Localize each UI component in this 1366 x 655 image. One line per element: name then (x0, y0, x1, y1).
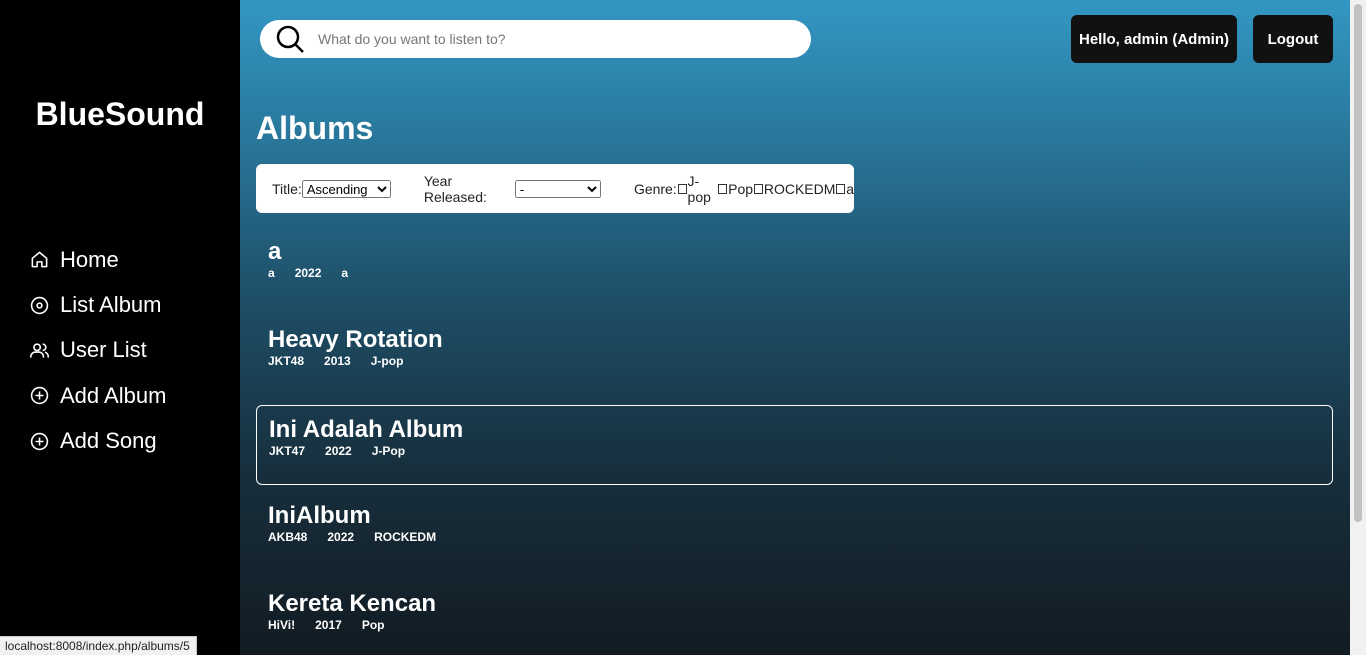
album-meta: HiVi! 2017 Pop (268, 618, 385, 632)
album-meta: JKT47 2022 J-Pop (269, 444, 405, 458)
sidebar-item-label: Add Album (60, 382, 167, 408)
title-filter: Title: Ascending (272, 179, 391, 198)
year-filter-label: Year Released: (423, 172, 487, 205)
genre-label-jpop: J-pop (687, 172, 711, 205)
search-input[interactable] (318, 31, 758, 47)
search-bar[interactable] (260, 20, 811, 58)
genre-checkbox-pop[interactable] (718, 183, 728, 194)
album-artist: HiVi! (268, 618, 296, 632)
status-bar-url: localhost:8008/index.php/albums/5 (0, 636, 197, 655)
plus-circle-icon (30, 387, 49, 405)
disc-icon (30, 296, 49, 314)
album-meta: a 2022 a (268, 266, 348, 280)
sidebar-item-add-album[interactable]: Add Album (30, 373, 166, 418)
page-title: Albums (256, 110, 374, 146)
sidebar-item-label: Add Song (60, 428, 157, 454)
title-filter-label: Title: (272, 180, 302, 197)
album-title: Heavy Rotation (268, 326, 443, 353)
sidebar-item-home[interactable]: Home (30, 237, 166, 282)
page-scrollbar[interactable] (1350, 0, 1366, 655)
scrollbar-thumb[interactable] (1354, 4, 1362, 522)
plus-circle-icon (30, 432, 49, 450)
sidebar: BlueSound Home List Album User List Add … (0, 0, 240, 655)
album-year: 2022 (327, 530, 355, 544)
genre-label-pop: Pop (728, 180, 754, 197)
main-content: Hello, admin (Admin) Logout Albums Title… (240, 0, 1350, 655)
genre-checkbox-rockedm[interactable] (754, 183, 763, 194)
title-sort-select[interactable]: Ascending (301, 179, 391, 198)
album-genre: a (341, 266, 349, 280)
album-artist: AKB48 (268, 530, 308, 544)
sidebar-item-label: User List (60, 337, 147, 363)
album-genre: ROCKEDM (374, 530, 437, 544)
album-year: 2022 (294, 266, 322, 280)
album-item[interactable]: IniAlbum AKB48 2022 ROCKEDM (256, 497, 1333, 577)
album-artist: JKT47 (269, 444, 306, 458)
album-title: Kereta Kencan (268, 590, 437, 617)
genre-checkbox-a[interactable] (836, 183, 846, 194)
year-select[interactable]: - (514, 179, 601, 198)
album-item[interactable]: a a 2022 a (256, 233, 1333, 313)
year-filter: Year Released: - (424, 173, 601, 205)
genre-checkbox-jpop[interactable] (677, 183, 687, 194)
album-item[interactable]: Ini Adalah Album JKT47 2022 J-Pop (256, 405, 1333, 485)
genre-filter: Genre: J-pop Pop ROCKEDM a (634, 173, 854, 205)
album-title: Ini Adalah Album (269, 416, 464, 443)
sidebar-item-label: Home (60, 246, 119, 272)
sidebar-item-list-album[interactable]: List Album (30, 282, 166, 327)
sidebar-item-user-list[interactable]: User List (30, 328, 166, 373)
album-genre: J-pop (370, 354, 404, 368)
home-icon (31, 251, 48, 268)
user-greeting-button[interactable]: Hello, admin (Admin) (1071, 15, 1237, 63)
genre-label-rockedm: ROCKEDM (763, 180, 836, 197)
sidebar-nav: Home List Album User List Add Album Add … (30, 237, 166, 464)
album-item[interactable]: Heavy Rotation JKT48 2013 J-pop (256, 321, 1333, 401)
genre-label-a: a (846, 180, 854, 197)
brand-logo: BlueSound (35, 96, 205, 132)
album-title: a (268, 238, 282, 265)
album-item[interactable]: Kereta Kencan HiVi! 2017 Pop (256, 585, 1333, 655)
filter-panel: Title: Ascending Year Released: - Genre:… (256, 164, 854, 213)
logout-button[interactable]: Logout (1253, 15, 1333, 63)
search-icon (276, 25, 304, 53)
album-artist: a (268, 266, 275, 280)
album-meta: JKT48 2013 J-pop (268, 354, 403, 368)
album-artist: JKT48 (268, 354, 305, 368)
album-title: IniAlbum (268, 502, 371, 529)
genre-filter-label: Genre: (633, 180, 677, 197)
users-icon (30, 343, 49, 358)
album-year: 2017 (315, 618, 342, 632)
sidebar-item-add-song[interactable]: Add Song (30, 419, 166, 464)
album-meta: AKB48 2022 ROCKEDM (268, 530, 436, 544)
album-genre: J-Pop (371, 444, 406, 458)
sidebar-item-label: List Album (60, 292, 162, 318)
album-year: 2013 (324, 354, 351, 368)
album-genre: Pop (361, 618, 385, 632)
album-year: 2022 (325, 444, 352, 458)
